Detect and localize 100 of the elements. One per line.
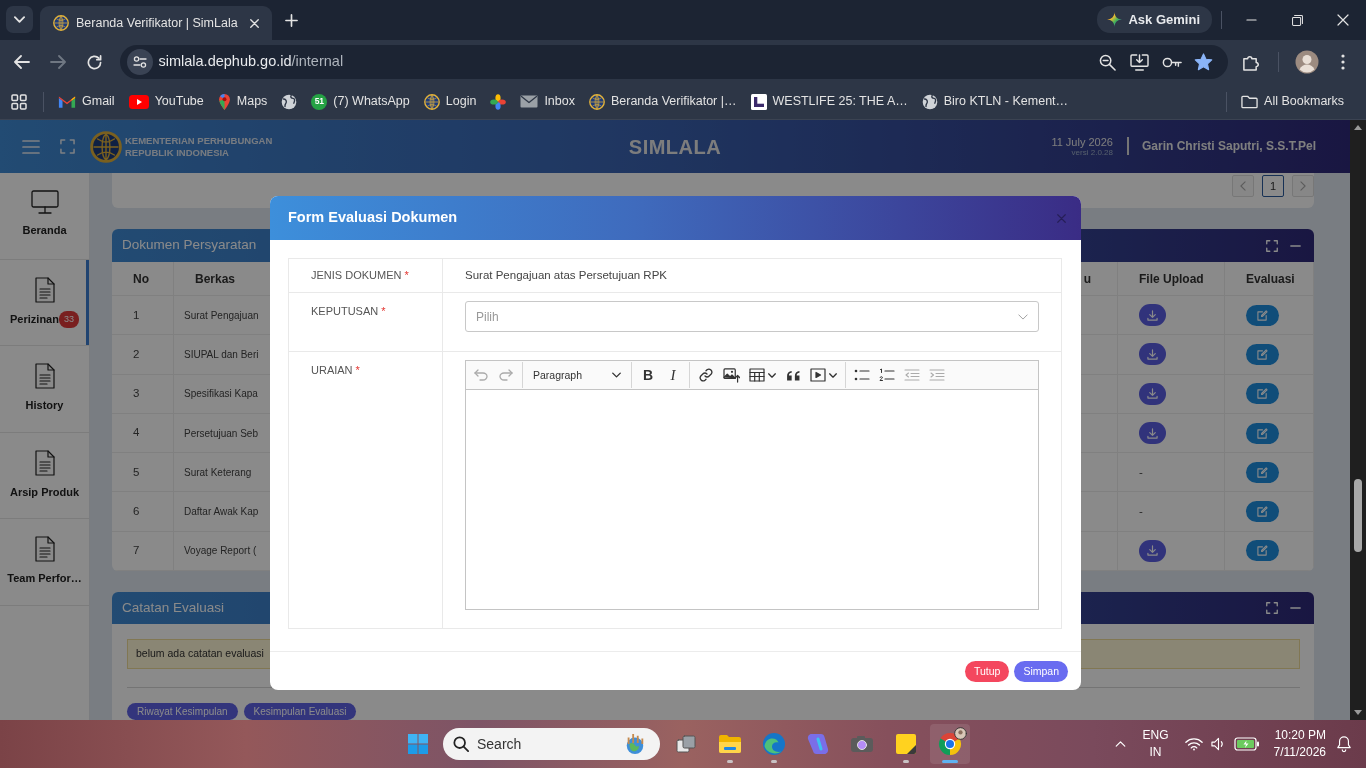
evaluate-button[interactable]	[1246, 501, 1279, 523]
close-dialog-button[interactable]: Tutup	[964, 660, 1010, 682]
magnifier-minus-icon	[1099, 53, 1116, 71]
fullscreen-icon	[60, 139, 75, 154]
editor-content-field[interactable]	[465, 390, 1039, 610]
edit-icon	[1257, 466, 1268, 478]
language-indicator: ENG	[1142, 727, 1169, 744]
collapse-button[interactable]	[1290, 607, 1301, 610]
square-logo-icon	[750, 93, 767, 110]
notifications-button[interactable]	[1336, 735, 1352, 753]
bookmark-item[interactable]: Gmail	[52, 87, 121, 116]
close-icon	[249, 18, 259, 28]
fullscreen-button[interactable]	[60, 139, 75, 154]
bookmark-item[interactable]: Login	[417, 87, 483, 116]
document-icon	[34, 276, 55, 303]
bookmark-item[interactable]: YouTube	[122, 87, 210, 116]
evaluate-button[interactable]	[1246, 383, 1279, 405]
browser-icon	[938, 732, 962, 756]
browser-tab[interactable]: Beranda Verifikator | SimLala	[40, 6, 272, 40]
bookmark-item[interactable]: WESTLIFE 25: THE A…	[744, 87, 914, 116]
download-icon	[1147, 388, 1158, 400]
globe-icon	[921, 93, 938, 110]
taskbar-search-box[interactable]: Search	[443, 728, 660, 760]
chevron-left-icon	[1240, 181, 1246, 191]
evaluate-button[interactable]	[1246, 343, 1279, 365]
edit-icon	[1257, 309, 1268, 321]
edit-icon	[1257, 506, 1268, 518]
tab-search-button[interactable]	[6, 6, 33, 33]
panel-title: Dokumen Persyaratan	[122, 236, 258, 255]
play-icon	[128, 94, 149, 109]
windows-logo-icon	[408, 734, 428, 754]
camera-icon	[850, 735, 874, 753]
download-button[interactable]	[1139, 382, 1166, 405]
menu-toggle-button[interactable]	[22, 139, 40, 154]
chevron-down-icon	[612, 372, 621, 378]
current-date: 11 July 2026	[1051, 135, 1113, 149]
ask-gemini-button[interactable]: Ask Gemini	[1097, 6, 1212, 33]
search-field[interactable]: Search	[477, 733, 614, 755]
evaluate-button[interactable]	[1246, 422, 1279, 444]
download-button[interactable]	[1139, 343, 1166, 366]
evaluate-button[interactable]	[1246, 540, 1279, 562]
expand-button[interactable]	[1266, 239, 1278, 252]
quote-icon	[785, 369, 801, 381]
expand-button[interactable]	[1266, 602, 1278, 615]
puzzle-icon	[1241, 53, 1259, 71]
download-button[interactable]	[1139, 304, 1166, 327]
field-label: KEPUTUSAN *	[311, 305, 386, 317]
folder-icon	[718, 734, 742, 754]
scrollbar-thumb[interactable]	[1354, 479, 1362, 552]
bulleted-list-icon	[854, 369, 870, 381]
document-icon	[34, 363, 55, 389]
play-frame-icon	[810, 368, 826, 382]
document-icon	[34, 536, 55, 562]
avatar-icon	[1294, 50, 1319, 74]
edit-icon	[1257, 545, 1268, 557]
chevron-down-icon	[14, 16, 25, 23]
link-icon	[699, 368, 713, 382]
download-button[interactable]	[1139, 539, 1166, 562]
m-mail-icon	[58, 94, 76, 109]
page-button[interactable]: 1	[1262, 175, 1284, 197]
sidebar-item[interactable]: Perizinan 33	[0, 259, 89, 346]
menu-icon	[1341, 54, 1346, 70]
key-icon	[1161, 56, 1182, 68]
wifi-icon	[1184, 737, 1203, 751]
grid-icon	[11, 93, 27, 110]
field-label: JENIS DOKUMEN *	[311, 268, 409, 284]
envelope-icon	[520, 95, 539, 108]
clock-time: 10:20 PM	[1273, 727, 1326, 744]
evaluate-button[interactable]	[1246, 461, 1279, 483]
collapse-button[interactable]	[1290, 244, 1301, 247]
clock-date: 7/11/2026	[1273, 744, 1326, 761]
evaluate-button[interactable]	[1246, 304, 1279, 326]
sidebar-item[interactable]: Beranda	[0, 173, 89, 260]
table-cell: 4	[112, 413, 174, 454]
unread-count-badge: 51	[311, 93, 328, 110]
bookmark-item[interactable]: Beranda Verifikator |…	[582, 87, 743, 116]
bookmark-item[interactable]: Inbox	[514, 87, 581, 116]
download-button[interactable]	[1139, 422, 1166, 445]
sliders-icon	[132, 56, 147, 68]
column-header: Evaluasi	[1225, 262, 1314, 296]
site-info-button[interactable]	[126, 49, 153, 75]
sidebar-item[interactable]: Arsip Produk	[0, 432, 89, 519]
save-button[interactable]: Simpan	[1014, 660, 1068, 682]
menu-icon	[22, 139, 40, 154]
battery-icon	[1233, 737, 1260, 751]
sidebar-item[interactable]: Team Perfor…	[0, 519, 89, 606]
address-bar[interactable]: simlala.dephub.go.id/internal	[119, 45, 1228, 79]
all-bookmarks-button[interactable]: All Bookmarks	[1235, 87, 1350, 116]
download-icon	[1147, 427, 1158, 439]
emblem-icon	[588, 93, 605, 110]
table-icon	[749, 368, 765, 382]
bookmark-item[interactable]: 51 (7) WhatsApp	[305, 87, 416, 116]
undo-icon	[474, 369, 488, 381]
chrome-button[interactable]	[930, 724, 970, 764]
emblem-icon	[423, 93, 440, 110]
globe-icon	[281, 93, 298, 110]
organization-name: REPUBLIK INDONESIA	[125, 146, 230, 159]
bookmark-item[interactable]: Maps	[211, 87, 274, 116]
bookmark-item[interactable]: Biro KTLN - Kement…	[915, 87, 1075, 116]
sidebar-item[interactable]: History	[0, 346, 89, 433]
